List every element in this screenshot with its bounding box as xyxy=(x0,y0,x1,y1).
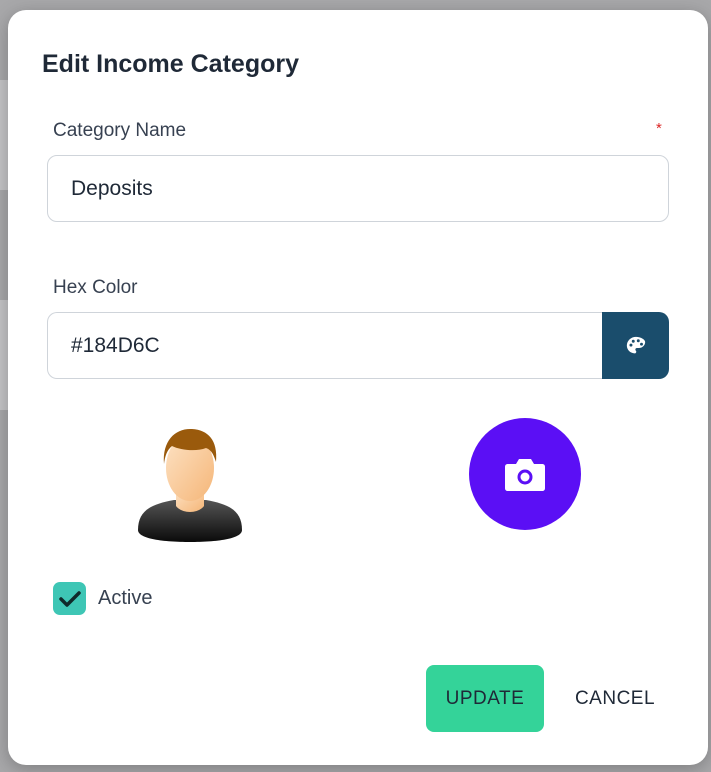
backdrop-panel xyxy=(0,80,8,190)
cancel-button[interactable]: CANCEL xyxy=(564,665,666,732)
checkmark-icon xyxy=(58,590,81,607)
category-name-input[interactable]: Deposits xyxy=(47,155,669,222)
upload-image-button[interactable] xyxy=(469,418,581,530)
required-indicator: * xyxy=(656,120,662,137)
backdrop-panel xyxy=(0,300,8,410)
active-checkbox[interactable] xyxy=(53,582,86,615)
avatar xyxy=(136,426,244,544)
category-name-label: Category Name xyxy=(53,120,187,141)
dialog-title: Edit Income Category xyxy=(42,50,299,78)
update-button[interactable]: UPDATE xyxy=(426,665,544,732)
hex-color-input[interactable]: #184D6C xyxy=(47,312,602,379)
palette-icon xyxy=(626,336,645,353)
active-label: Active xyxy=(98,587,153,609)
camera-icon xyxy=(505,459,545,491)
color-picker-button[interactable] xyxy=(602,312,669,379)
edit-income-category-dialog: Edit Income Category Category Name * Dep… xyxy=(8,10,708,765)
hex-color-label: Hex Color xyxy=(53,277,138,298)
